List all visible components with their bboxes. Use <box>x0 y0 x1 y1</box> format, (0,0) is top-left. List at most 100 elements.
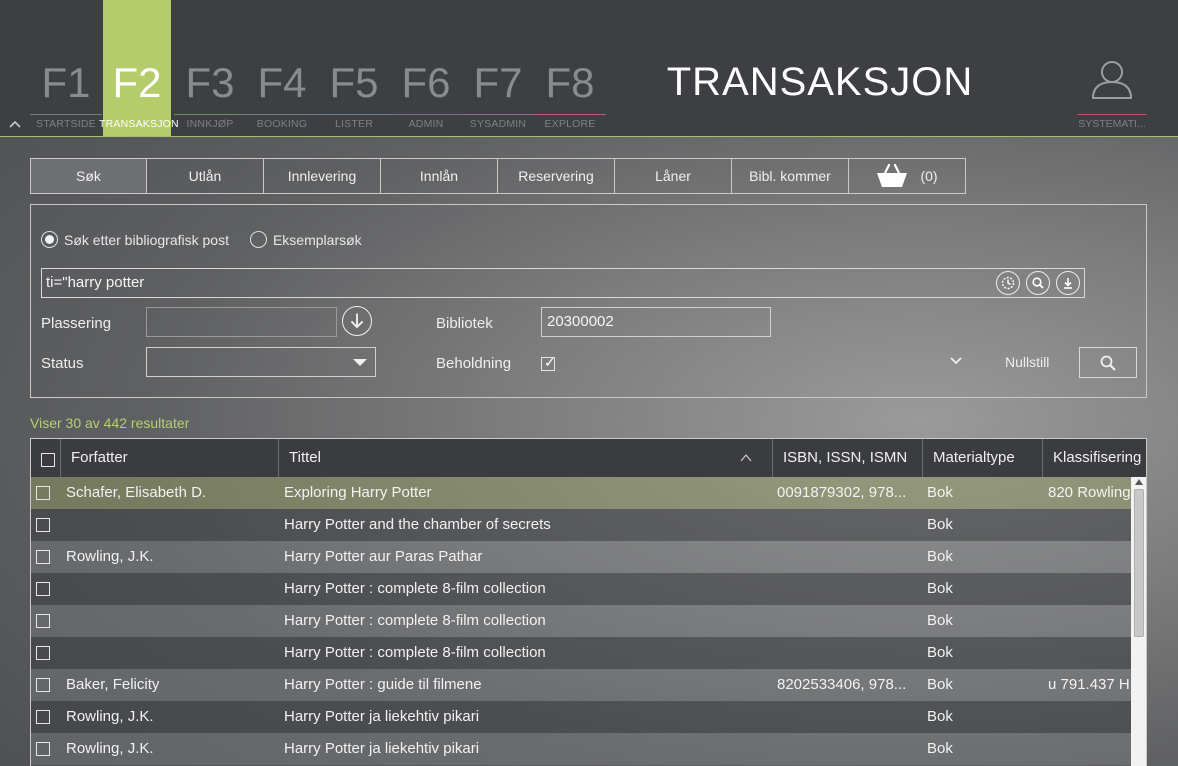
tab-bibl-kommer[interactable]: Bibl. kommer <box>732 158 849 194</box>
cell-isbn: 0091879302, 978... <box>777 484 907 501</box>
select-all-cell <box>31 439 61 477</box>
row-checkbox[interactable] <box>36 710 50 724</box>
cell-klassifisering <box>1048 733 1132 765</box>
radio-copy-button[interactable] <box>249 231 267 248</box>
fkey-number: F6 <box>401 59 451 106</box>
table-row[interactable]: Harry Potter : complete 8-film collectio… <box>31 605 1131 637</box>
chevron-down-icon[interactable] <box>949 355 963 365</box>
user-name[interactable]: SYSTEMATI... <box>1077 118 1147 130</box>
fkey-label: EXPLORE <box>544 118 596 130</box>
cell-isbn <box>777 509 917 541</box>
search-button[interactable] <box>1079 347 1137 378</box>
cell-materialtype: Bok <box>927 676 953 693</box>
cell-materialtype: Bok <box>927 644 953 661</box>
table-row[interactable]: Rowling, J.K. Harry Potter ja liekehtiv p… <box>31 733 1131 765</box>
cell-isbn <box>777 733 917 765</box>
status-select[interactable] <box>146 347 376 377</box>
scroll-thumb[interactable] <box>1134 489 1144 637</box>
fkey-label: SYSADMIN <box>469 118 527 130</box>
beholdning-checkbox[interactable]: ✓ <box>541 355 556 371</box>
fkey-label: INNKJØP <box>186 118 234 130</box>
cell-tittel: Harry Potter : guide til filmene <box>284 676 482 693</box>
tab-innlan[interactable]: Innlån <box>381 158 498 194</box>
scroll-up-arrow-icon[interactable] <box>1135 479 1143 485</box>
table-header: Forfatter Tittel ISBN, ISSN, ISMN Materi… <box>31 439 1146 477</box>
fkey-f4[interactable]: F4 BOOKING <box>246 0 318 136</box>
table-row[interactable]: Rowling, J.K. Harry Potter ja liekehtiv p… <box>31 701 1131 733</box>
user-underline <box>1077 114 1147 115</box>
fkey-f5[interactable]: F5 LISTER <box>318 0 390 136</box>
tab-laner[interactable]: Låner <box>615 158 732 194</box>
vertical-scrollbar[interactable] <box>1131 477 1146 766</box>
row-checkbox[interactable] <box>36 742 50 756</box>
column-tittel-label: Tittel <box>289 449 321 466</box>
table-row[interactable]: Schafer, Elisabeth D. Exploring Harry Pot… <box>31 477 1131 509</box>
cell-tittel: Exploring Harry Potter <box>284 484 432 501</box>
arrow-down-circle-icon[interactable] <box>342 306 372 336</box>
column-forfatter[interactable]: Forfatter <box>61 439 279 477</box>
select-all-checkbox[interactable] <box>41 453 55 467</box>
radio-bibliographic-button[interactable] <box>41 231 58 248</box>
row-checkbox[interactable] <box>36 582 50 596</box>
cell-materialtype: Bok <box>927 708 953 725</box>
sort-ascending-icon[interactable] <box>740 453 752 463</box>
plassering-input[interactable] <box>146 307 337 337</box>
history-icon[interactable] <box>996 271 1020 295</box>
reset-button[interactable]: Nullstill <box>1005 354 1049 370</box>
search-panel: Søk etter bibliografisk post Eksemplarsø… <box>30 204 1147 398</box>
cell-tittel: Harry Potter aur Paras Pathar <box>284 548 483 565</box>
fkey-underline <box>534 114 606 115</box>
chevron-up-icon[interactable] <box>8 118 22 130</box>
table-row[interactable]: Harry Potter and the chamber of secrets B… <box>31 509 1131 541</box>
row-checkbox[interactable] <box>36 646 50 660</box>
bibliotek-label: Bibliotek <box>436 315 493 332</box>
user-icon[interactable] <box>1090 58 1134 100</box>
table-row[interactable]: Baker, Felicity Harry Potter : guide til … <box>31 669 1131 701</box>
query-input[interactable]: ti="harry potter <box>41 268 1085 298</box>
radio-bibliographic[interactable]: Søk etter bibliografisk post <box>41 231 229 248</box>
cell-forfatter: Baker, Felicity <box>66 676 160 693</box>
download-icon[interactable] <box>1056 271 1080 295</box>
row-checkbox[interactable] <box>36 518 50 532</box>
cell-klassifisering: 820 Rowling <box>1048 484 1131 501</box>
cell-klassifisering <box>1048 541 1132 573</box>
tab-utlan[interactable]: Utlån <box>147 158 264 194</box>
row-checkbox[interactable] <box>36 614 50 628</box>
tab-innlevering[interactable]: Innlevering <box>264 158 381 194</box>
column-isbn[interactable]: ISBN, ISSN, ISMN <box>773 439 923 477</box>
table-row[interactable]: Harry Potter : complete 8-film collectio… <box>31 573 1131 605</box>
row-checkbox[interactable] <box>36 678 50 692</box>
cell-klassifisering <box>1048 573 1132 605</box>
cell-materialtype: Bok <box>927 484 953 501</box>
search-icon[interactable] <box>1026 271 1050 295</box>
cell-klassifisering <box>1048 605 1132 637</box>
fkey-label: STARTSIDE <box>36 118 96 130</box>
cell-tittel: Harry Potter : complete 8-film collectio… <box>284 580 546 597</box>
cell-tittel: Harry Potter : complete 8-film collectio… <box>284 612 546 629</box>
column-klassifisering[interactable]: Klassifisering <box>1043 439 1146 477</box>
tab-reservering[interactable]: Reservering <box>498 158 615 194</box>
table-row[interactable]: Harry Potter : complete 8-film collectio… <box>31 637 1131 669</box>
row-checkbox[interactable] <box>36 486 50 500</box>
fkey-f8[interactable]: F8 EXPLORE <box>534 0 606 136</box>
column-materialtype[interactable]: Materialtype <box>923 439 1043 477</box>
cell-forfatter <box>66 637 274 669</box>
fkey-f1[interactable]: F1 STARTSIDE <box>30 0 102 136</box>
table-row[interactable]: Rowling, J.K. Harry Potter aur Paras Path… <box>31 541 1131 573</box>
fkey-underline <box>462 114 534 115</box>
cell-tittel: Harry Potter and the chamber of secrets <box>284 516 551 533</box>
tab-basket[interactable]: (0) <box>849 158 966 194</box>
fkey-underline <box>103 114 171 115</box>
column-tittel[interactable]: Tittel <box>279 439 773 477</box>
bibliotek-input[interactable]: 20300002 <box>541 307 771 337</box>
fkey-f6[interactable]: F6 ADMIN <box>390 0 462 136</box>
row-checkbox[interactable] <box>36 550 50 564</box>
tab-sok[interactable]: Søk <box>30 158 147 194</box>
fkey-f2[interactable]: F2 TRANSAKSJON <box>99 0 179 136</box>
fkey-f3[interactable]: F3 INNKJØP <box>174 0 246 136</box>
fkey-number: F7 <box>473 59 523 106</box>
fkey-f7[interactable]: F7 SYSADMIN <box>462 0 534 136</box>
radio-copy[interactable]: Eksemplarsøk <box>249 231 362 248</box>
fkey-number: F5 <box>329 59 379 106</box>
result-count: Viser 30 av 442 resultater <box>30 415 190 431</box>
